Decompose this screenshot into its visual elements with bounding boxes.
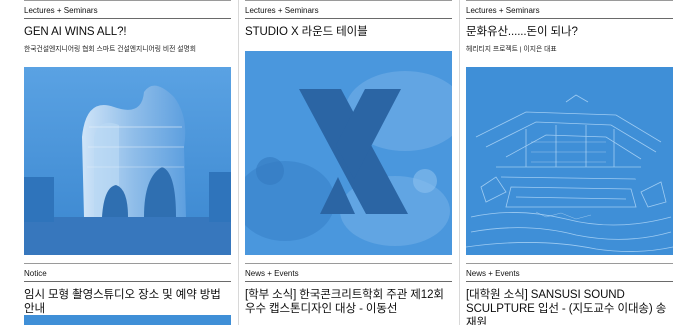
card-title[interactable]: 문화유산......돈이 되나? bbox=[466, 25, 673, 39]
category-rule bbox=[466, 18, 673, 19]
card-thumbnail[interactable] bbox=[245, 51, 452, 255]
card-thumbnail[interactable] bbox=[24, 315, 231, 325]
news-card[interactable]: Lectures + Seminars STUDIO X 라운드 테이블 bbox=[245, 0, 452, 39]
card-title[interactable]: GEN AI WINS ALL?! bbox=[24, 25, 231, 39]
card-category[interactable]: Lectures + Seminars bbox=[466, 1, 673, 18]
card-thumbnail[interactable] bbox=[466, 67, 673, 255]
news-card[interactable]: News + Events [학부 소식] 한국콘크리트학회 주관 제12회 우… bbox=[245, 263, 452, 316]
column-divider bbox=[459, 0, 460, 325]
category-rule bbox=[466, 281, 673, 282]
card-thumbnail[interactable] bbox=[24, 67, 231, 255]
studio-x-image bbox=[245, 51, 452, 255]
card-category[interactable]: Lectures + Seminars bbox=[24, 1, 231, 18]
news-card[interactable]: News + Events [대학원 소식] SANSUSI SOUND SCU… bbox=[466, 263, 673, 325]
heritage-outline-image bbox=[466, 67, 673, 255]
card-subtitle: 한국건설엔지니어링 협회 스마트 건설엔지니어링 비전 설명회 bbox=[24, 46, 197, 53]
category-rule bbox=[245, 281, 452, 282]
category-rule bbox=[245, 18, 452, 19]
card-subtitle: 헤리티지 프로젝트 | 이지은 대표 bbox=[466, 46, 557, 53]
card-category[interactable]: Notice bbox=[24, 264, 231, 281]
column-divider bbox=[238, 0, 239, 325]
card-title[interactable]: 임시 모형 촬영스튜디오 장소 및 예약 방법 안내 bbox=[24, 288, 231, 316]
news-card[interactable]: Lectures + Seminars 문화유산......돈이 되나? 헤리티… bbox=[466, 0, 673, 55]
card-category[interactable]: News + Events bbox=[466, 264, 673, 281]
news-card[interactable]: Lectures + Seminars GEN AI WINS ALL?! 한국… bbox=[24, 0, 231, 55]
card-title[interactable]: STUDIO X 라운드 테이블 bbox=[245, 25, 452, 39]
card-category[interactable]: Lectures + Seminars bbox=[245, 1, 452, 18]
ai-architecture-image bbox=[24, 67, 231, 255]
category-rule bbox=[24, 281, 231, 282]
news-card[interactable]: Notice 임시 모형 촬영스튜디오 장소 및 예약 방법 안내 bbox=[24, 263, 231, 316]
card-title[interactable]: [대학원 소식] SANSUSI SOUND SCULPTURE 입선 - (지… bbox=[466, 288, 673, 325]
category-rule bbox=[24, 18, 231, 19]
card-title[interactable]: [학부 소식] 한국콘크리트학회 주관 제12회 우수 캡스톤디자인 대상 - … bbox=[245, 288, 452, 316]
card-category[interactable]: News + Events bbox=[245, 264, 452, 281]
